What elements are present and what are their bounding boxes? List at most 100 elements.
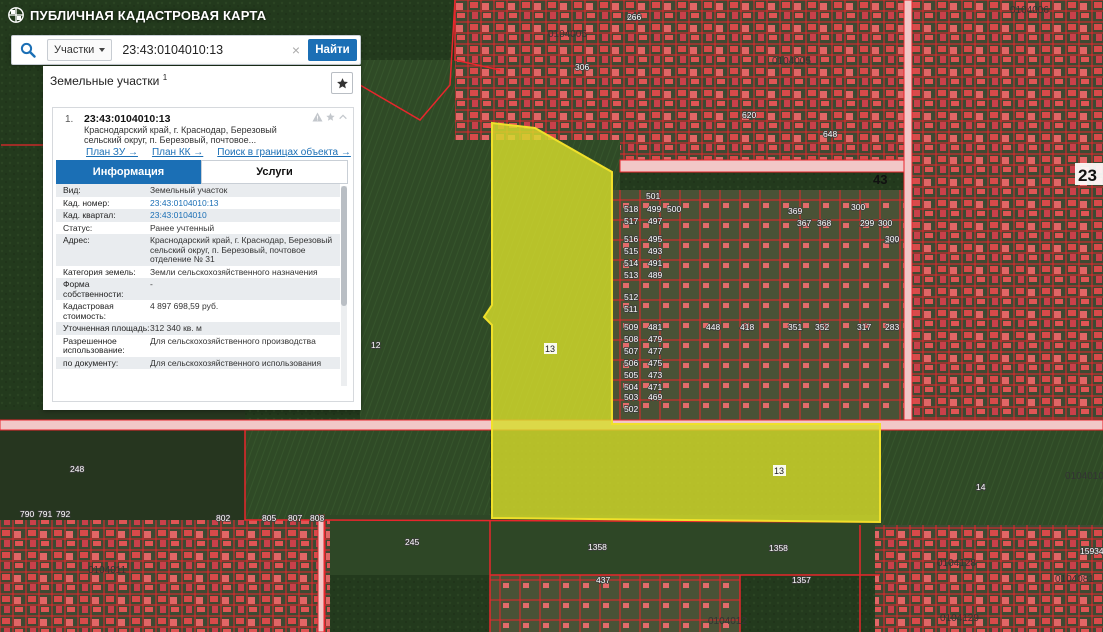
- parcel-number: 1357: [792, 575, 811, 585]
- info-row-value: -: [150, 279, 153, 289]
- road: [317, 514, 325, 632]
- parcel-number: 489: [648, 270, 662, 280]
- parcel-number: 475: [648, 358, 662, 368]
- parcel-number: 369: [788, 206, 802, 216]
- info-row: Статус: Ранее учтенный: [56, 222, 340, 235]
- result-links: План ЗУ → План КК → Поиск в границах объ…: [86, 147, 356, 158]
- parcel-number: 1358: [588, 542, 607, 552]
- info-row-value: Для сельскохозяйственного производства: [150, 335, 316, 346]
- settlement-area: [490, 575, 740, 632]
- tab-info[interactable]: Информация: [56, 160, 201, 184]
- result-tools: [312, 112, 348, 122]
- warning-icon[interactable]: [312, 112, 323, 122]
- parcel-number: 501: [646, 191, 660, 201]
- info-row: Разрешенное использование: Для сельскохоз…: [56, 335, 340, 357]
- info-row-value[interactable]: 23:43:0104010: [150, 210, 340, 221]
- favorites-button[interactable]: [331, 72, 353, 94]
- search-in-bounds-link[interactable]: Поиск в границах объекта →: [217, 147, 351, 158]
- info-row-key: Кад. номер:: [63, 197, 110, 208]
- plan-zu-link[interactable]: План ЗУ →: [86, 147, 138, 158]
- parcel-number: 507: [624, 346, 638, 356]
- parcel-number: 437: [596, 575, 610, 585]
- parcel-number: 504: [624, 382, 638, 392]
- parcel-number: 368: [817, 218, 831, 228]
- parcel-number: 503: [624, 392, 638, 402]
- parcel-number: 802: [216, 513, 230, 523]
- search-icon[interactable]: [12, 36, 44, 64]
- scrollbar-thumb[interactable]: [341, 186, 347, 306]
- info-row-value[interactable]: 23:43:0104010:13: [150, 198, 340, 209]
- quarter-label: 0104129: [940, 613, 979, 624]
- info-scrollbar[interactable]: [341, 186, 347, 386]
- parcel-number: 807: [288, 513, 302, 523]
- result-tabs: Информация Услуги: [56, 160, 348, 184]
- info-row-value: Земельный участок: [150, 185, 228, 195]
- info-table: Вид: Земельный участок Кад. номер: 23:43:01…: [56, 184, 340, 398]
- results-panel: Земельные участки 1 1. 23:43:0104010:13 …: [43, 66, 361, 410]
- chevron-up-icon[interactable]: [338, 112, 348, 122]
- settlement-area: [620, 0, 910, 160]
- parcel-number: 493: [648, 246, 662, 256]
- tab-services[interactable]: Услуги: [201, 160, 348, 184]
- search-input[interactable]: 23:43:0104010:13: [122, 43, 288, 57]
- info-row-key: Адрес:: [63, 235, 90, 245]
- parcel-number: 491: [648, 258, 662, 268]
- info-row: Адрес: Краснодарский край, г. Краснодар, …: [56, 234, 340, 266]
- app-title-text: ПУБЛИЧНАЯ КАДАСТРОВАЯ КАРТА: [30, 7, 267, 23]
- parcel-number: 513: [624, 270, 638, 280]
- parcel-number: 481: [648, 322, 662, 332]
- clear-icon[interactable]: ×: [288, 42, 304, 58]
- parcel-number: 477: [648, 346, 662, 356]
- results-count: 1: [162, 73, 168, 82]
- road: [903, 0, 913, 421]
- parcel-number: 790: [20, 509, 34, 519]
- block-number: 23: [1078, 166, 1097, 185]
- settlement-area: [455, 0, 623, 140]
- result-cad-number[interactable]: 23:43:0104010:13: [84, 113, 170, 125]
- quarter-label: 0104005: [548, 29, 587, 40]
- parcel-number: 805: [262, 513, 276, 523]
- parcel-number: 352: [815, 322, 829, 332]
- result-index: 1.: [65, 114, 74, 125]
- info-row-key: Уточненная площадь:: [63, 323, 150, 333]
- info-row: Кад. квартал: 23:43:0104010: [56, 209, 340, 222]
- parcel-number: 300: [885, 234, 899, 244]
- parcel-number: 248: [70, 464, 84, 474]
- settlement-area: [910, 175, 1103, 420]
- app-logo-icon: [8, 7, 24, 23]
- parcel-number: 511: [624, 304, 638, 314]
- parcel-number: 471: [648, 382, 662, 392]
- info-row-key: Разрешенное использование:: [63, 335, 125, 355]
- parcel-number: 367: [797, 218, 811, 228]
- parcel-number: 517: [624, 216, 638, 226]
- info-row-value: 4 897 698,59 руб.: [150, 301, 219, 311]
- search-type-dropdown[interactable]: Участки: [47, 39, 113, 61]
- parcel-number: 12: [371, 340, 381, 350]
- quarter-label: 0104010: [1065, 471, 1103, 482]
- star-icon: [336, 77, 348, 88]
- quarter-label: 0104005: [772, 56, 811, 67]
- parcel-number: 648: [823, 129, 837, 139]
- find-button[interactable]: Найти: [308, 39, 357, 61]
- parcel-number: 245: [405, 537, 419, 547]
- parcel-number: 14: [976, 482, 986, 492]
- parcel-number: 512: [624, 292, 638, 302]
- plan-kk-link[interactable]: План КК →: [152, 147, 203, 158]
- parcel-label: 13: [545, 344, 555, 354]
- quarter-label: 0104081: [1055, 574, 1094, 585]
- info-row: Кадастровая стоимость: 4 897 698,59 руб.: [56, 300, 340, 322]
- parcel-number: 448: [706, 322, 720, 332]
- info-row-key: Форма собственности:: [63, 279, 124, 299]
- parcel-number: 620: [742, 110, 756, 120]
- info-row-value: Ранее учтенный: [150, 222, 215, 233]
- road: [619, 159, 911, 173]
- parcel-number: 505: [624, 370, 638, 380]
- parcel-number: 508: [624, 334, 638, 344]
- parcel-number: 418: [740, 322, 754, 332]
- result-address: Краснодарский край, г. Краснодар, Березо…: [84, 125, 277, 145]
- app-title[interactable]: ПУБЛИЧНАЯ КАДАСТРОВАЯ КАРТА: [8, 6, 266, 24]
- parcel-number: 500: [667, 204, 681, 214]
- star-icon[interactable]: [325, 112, 336, 122]
- parcel-number: 497: [648, 216, 662, 226]
- search-bar: Участки 23:43:0104010:13 × Найти: [11, 35, 361, 65]
